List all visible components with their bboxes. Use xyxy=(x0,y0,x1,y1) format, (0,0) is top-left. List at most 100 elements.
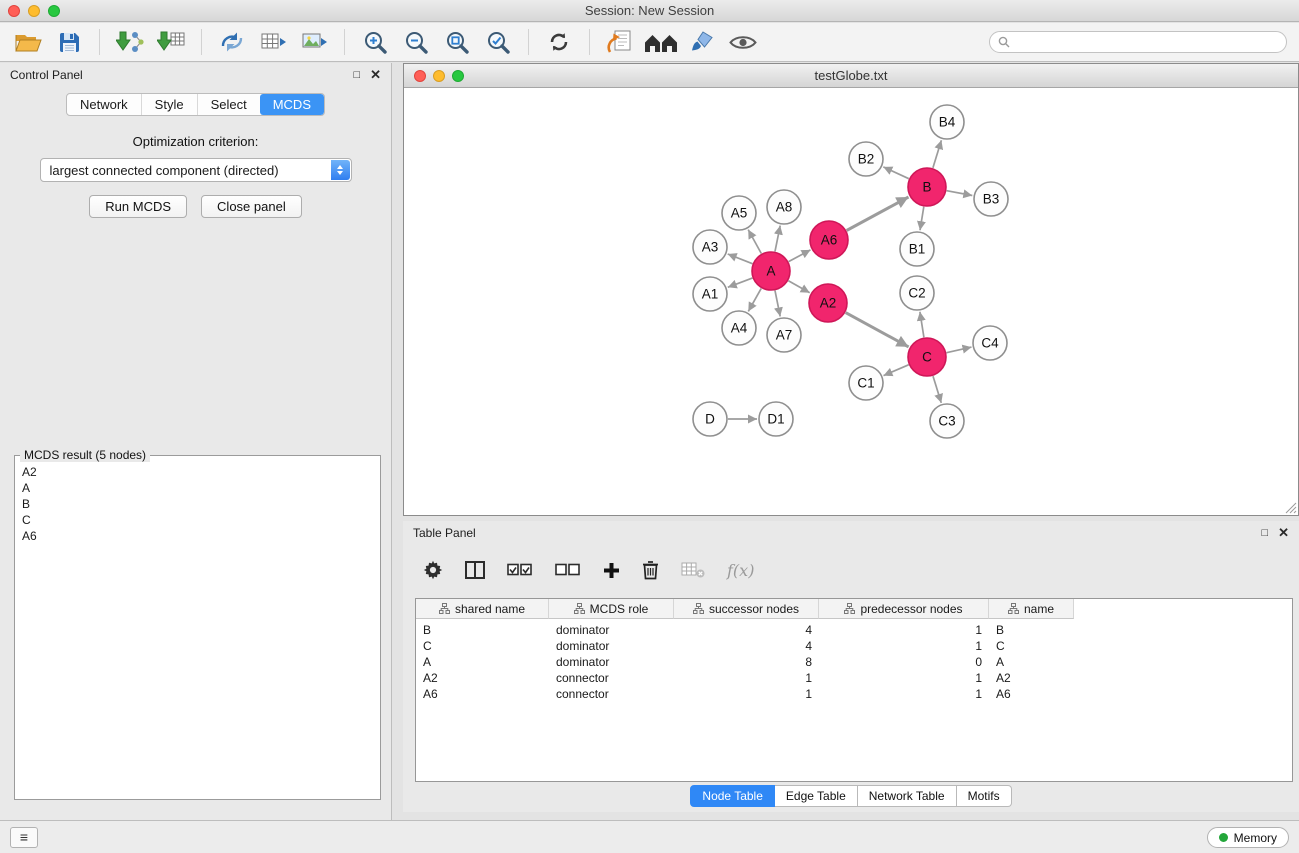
tab-mcds[interactable]: MCDS xyxy=(260,94,324,115)
graph-edge-A-A1[interactable] xyxy=(728,278,753,287)
zoom-in-button[interactable] xyxy=(357,26,393,58)
table-settings-button[interactable] xyxy=(423,560,443,580)
graph-edge-A-A6[interactable] xyxy=(789,250,811,262)
export-image-button[interactable] xyxy=(296,26,332,58)
graph-edge-A-A2[interactable] xyxy=(788,281,809,293)
show-hide-button[interactable] xyxy=(725,26,761,58)
graph-node-A3[interactable]: A3 xyxy=(693,230,727,264)
import-table-button[interactable] xyxy=(153,26,189,58)
graph-node-B2[interactable]: B2 xyxy=(849,142,883,176)
tab-node-table[interactable]: Node Table xyxy=(690,785,775,807)
column-header-predecessor-nodes[interactable]: predecessor nodes xyxy=(819,599,989,619)
graph-edge-A6-B[interactable] xyxy=(847,197,909,231)
graph-node-B3[interactable]: B3 xyxy=(974,182,1008,216)
tab-network-table[interactable]: Network Table xyxy=(858,785,957,807)
graph-edge-A-A3[interactable] xyxy=(728,254,753,264)
resize-grip-icon[interactable] xyxy=(1285,502,1297,514)
network-zoom-button[interactable] xyxy=(452,70,464,82)
tab-style[interactable]: Style xyxy=(141,94,197,115)
graph-node-B[interactable]: B xyxy=(908,168,946,206)
show-columns-button[interactable] xyxy=(465,561,485,579)
table-row[interactable]: Cdominator41C xyxy=(416,638,1292,654)
graph-node-D1[interactable]: D1 xyxy=(759,402,793,436)
graph-node-A8[interactable]: A8 xyxy=(767,190,801,224)
graph-edge-C-C2[interactable] xyxy=(920,312,924,337)
graph-node-A1[interactable]: A1 xyxy=(693,277,727,311)
close-table-panel-icon[interactable]: ✕ xyxy=(1278,527,1289,539)
search-input[interactable] xyxy=(1015,35,1278,49)
graph-edge-B-B3[interactable] xyxy=(947,191,973,196)
run-mcds-button[interactable]: Run MCDS xyxy=(89,195,187,218)
graph-node-A2[interactable]: A2 xyxy=(809,284,847,322)
table-row[interactable]: A6connector11A6 xyxy=(416,686,1292,702)
graph-node-C2[interactable]: C2 xyxy=(900,276,934,310)
network-canvas[interactable]: B4 B2 B B3 A8 A5 A6 A3 B1 A C2 A1 A2 A4 A7 C4 C C1 C3 D D1 xyxy=(404,88,1298,514)
table-row[interactable]: Adominator80A xyxy=(416,654,1292,670)
reload-file-button[interactable] xyxy=(602,26,638,58)
open-session-button[interactable] xyxy=(10,26,46,58)
close-panel-button[interactable]: Close panel xyxy=(201,195,302,218)
home-view-button[interactable] xyxy=(643,26,679,58)
table-row[interactable]: A2connector11A2 xyxy=(416,670,1292,686)
graph-node-C1[interactable]: C1 xyxy=(849,366,883,400)
result-item[interactable]: A2 xyxy=(18,464,377,480)
float-panel-icon[interactable]: □ xyxy=(353,69,360,81)
column-header-shared-name[interactable]: shared name xyxy=(416,599,549,619)
tab-select[interactable]: Select xyxy=(197,94,260,115)
network-minimize-button[interactable] xyxy=(433,70,445,82)
graph-node-A[interactable]: A xyxy=(752,252,790,290)
graph-edge-B-B4[interactable] xyxy=(933,140,942,168)
graph-node-D[interactable]: D xyxy=(693,402,727,436)
result-item[interactable]: C xyxy=(18,512,377,528)
export-network-button[interactable] xyxy=(214,26,250,58)
column-header-MCDS-role[interactable]: MCDS role xyxy=(549,599,674,619)
refresh-button[interactable] xyxy=(541,26,577,58)
save-session-button[interactable] xyxy=(51,26,87,58)
result-item[interactable]: B xyxy=(18,496,377,512)
tab-network[interactable]: Network xyxy=(67,94,141,115)
delete-column-button[interactable] xyxy=(681,561,705,579)
add-row-button[interactable] xyxy=(603,562,620,579)
select-all-button[interactable] xyxy=(507,563,533,577)
zoom-fit-button[interactable] xyxy=(439,26,475,58)
graph-node-C3[interactable]: C3 xyxy=(930,404,964,438)
tab-motifs[interactable]: Motifs xyxy=(957,785,1012,807)
task-history-button[interactable]: ≡ xyxy=(10,827,38,848)
table-row[interactable]: Bdominator41B xyxy=(416,622,1292,638)
graph-node-C[interactable]: C xyxy=(908,338,946,376)
result-item[interactable]: A6 xyxy=(18,528,377,544)
graph-edge-A-A5[interactable] xyxy=(748,230,761,254)
graph-node-B1[interactable]: B1 xyxy=(900,232,934,266)
style-brush-button[interactable] xyxy=(684,26,720,58)
graph-edge-C-C1[interactable] xyxy=(884,365,909,376)
minimize-window-button[interactable] xyxy=(28,5,40,17)
graph-node-A4[interactable]: A4 xyxy=(722,311,756,345)
criterion-dropdown[interactable]: largest connected component (directed) xyxy=(40,158,352,182)
result-item[interactable]: A xyxy=(18,480,377,496)
graph-edge-B-B2[interactable] xyxy=(883,167,909,179)
graph-node-C4[interactable]: C4 xyxy=(973,326,1007,360)
column-header-name[interactable]: name xyxy=(989,599,1074,619)
graph-edge-A-A8[interactable] xyxy=(775,226,780,252)
graph-node-B4[interactable]: B4 xyxy=(930,105,964,139)
graph-edge-B-B1[interactable] xyxy=(920,207,924,231)
graph-node-A6[interactable]: A6 xyxy=(810,221,848,259)
zoom-window-button[interactable] xyxy=(48,5,60,17)
graph-edge-A-A7[interactable] xyxy=(775,291,780,317)
deselect-all-button[interactable] xyxy=(555,563,581,577)
network-close-button[interactable] xyxy=(414,70,426,82)
import-network-button[interactable] xyxy=(112,26,148,58)
column-header-successor-nodes[interactable]: successor nodes xyxy=(674,599,819,619)
close-window-button[interactable] xyxy=(8,5,20,17)
float-table-panel-icon[interactable]: □ xyxy=(1261,527,1268,539)
zoom-out-button[interactable] xyxy=(398,26,434,58)
delete-row-button[interactable] xyxy=(642,560,659,580)
graph-edge-C-C4[interactable] xyxy=(947,347,972,353)
graph-node-A7[interactable]: A7 xyxy=(767,318,801,352)
export-table-button[interactable] xyxy=(255,26,291,58)
tab-edge-table[interactable]: Edge Table xyxy=(775,785,858,807)
graph-edge-A2-C[interactable] xyxy=(846,313,909,347)
graph-edge-A-A4[interactable] xyxy=(748,288,761,311)
graph-node-A5[interactable]: A5 xyxy=(722,196,756,230)
close-panel-icon[interactable]: ✕ xyxy=(370,69,381,81)
